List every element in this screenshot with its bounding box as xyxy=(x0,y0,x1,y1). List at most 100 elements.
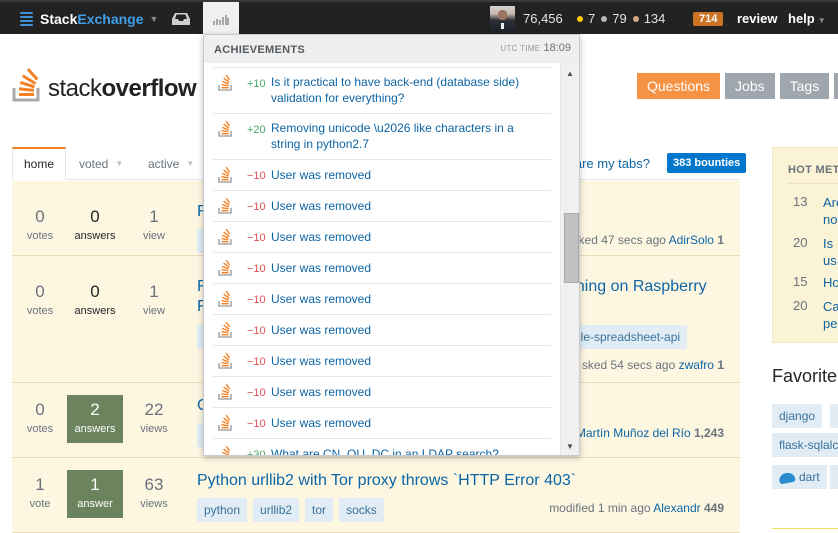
divider xyxy=(772,528,838,529)
favorite-tag[interactable] xyxy=(830,465,838,489)
scrollbar-thumb[interactable] xyxy=(564,213,579,283)
nav-jobs[interactable]: Jobs xyxy=(725,73,775,99)
inbox-icon xyxy=(172,13,190,25)
divider xyxy=(788,183,838,184)
tab-voted[interactable]: voted ▼ xyxy=(79,147,123,180)
achievement-link[interactable]: User was removed xyxy=(271,384,546,400)
hot-meta-link[interactable]: Ca pe xyxy=(823,298,838,332)
achievement-item[interactable]: −10 User was removed xyxy=(213,407,551,438)
achievement-points: −10 xyxy=(247,170,266,182)
stackoverflow-icon xyxy=(218,352,234,374)
tab-active-label: active xyxy=(148,156,180,171)
favorite-tag[interactable]: django xyxy=(772,404,823,428)
logo-text-bold: overflow xyxy=(101,75,197,102)
achievement-link[interactable]: User was removed xyxy=(271,415,546,431)
achievement-item[interactable]: +20 Removing unicode \u2026 like characte… xyxy=(213,113,551,159)
stackoverflow-icon xyxy=(218,290,234,312)
logo-text: stackoverflow xyxy=(48,75,197,102)
favorite-tag-dart[interactable]: dart xyxy=(772,465,827,489)
answer-count-accepted: 2 answers xyxy=(67,395,123,443)
badge-counts[interactable]: 7 79 134 xyxy=(571,11,665,26)
achievement-item[interactable]: −10 User was removed xyxy=(213,252,551,283)
achievement-link[interactable]: What are CN, OU, DC in an LDAP search? xyxy=(271,446,546,455)
achievement-item[interactable]: −10 User was removed xyxy=(213,221,551,252)
answer-count: 0 answers xyxy=(67,207,123,242)
review-count-badge[interactable]: 714 xyxy=(693,12,724,26)
scroll-up-icon[interactable]: ▲ xyxy=(566,69,574,78)
question-title[interactable]: Python urllib2 with Tor proxy throws `HT… xyxy=(197,472,576,490)
achievement-link[interactable]: User was removed xyxy=(271,229,546,245)
favorite-tag[interactable] xyxy=(830,404,838,428)
tag[interactable]: gle-spreadsheet-api xyxy=(567,325,688,349)
achievement-item[interactable]: −10 User was removed xyxy=(213,314,551,345)
votes-number: 1 xyxy=(35,475,45,494)
achievement-link[interactable]: User was removed xyxy=(271,291,546,307)
reputation[interactable]: 76,456 xyxy=(523,11,563,26)
stackoverflow-icon xyxy=(218,166,234,188)
hot-meta-title: HOT MET xyxy=(788,164,838,176)
achievement-link[interactable]: Removing unicode \u2026 like characters … xyxy=(271,120,546,152)
achievement-points: −10 xyxy=(247,263,266,275)
user-link[interactable]: AdirSolo xyxy=(669,233,714,247)
favorite-tag[interactable]: flask-sqlalc xyxy=(772,433,838,457)
stackoverflow-logo[interactable]: stackoverflow xyxy=(12,66,197,102)
gold-badge-icon xyxy=(577,15,583,22)
stackoverflow-icon xyxy=(218,259,234,281)
answer-count: 0 answers xyxy=(67,282,123,317)
help-menu[interactable]: help ▼ xyxy=(788,11,826,26)
nav-users[interactable] xyxy=(834,73,838,99)
user-link[interactable]: Alexandr xyxy=(653,501,700,515)
main-nav: Questions Jobs Tags xyxy=(637,73,838,99)
inbox-button[interactable] xyxy=(168,8,194,30)
achievement-item[interactable]: −10 User was removed xyxy=(213,376,551,407)
bounties-badge[interactable]: 383 bounties xyxy=(667,153,747,173)
tag[interactable]: python xyxy=(197,498,248,522)
stackexchange-menu[interactable]: Stack Exchange ▼ xyxy=(20,9,158,29)
views-number: 63 xyxy=(144,475,164,494)
help-label: help xyxy=(788,11,815,26)
views-label: views xyxy=(140,423,168,435)
hot-meta-link[interactable]: Is us xyxy=(823,235,838,269)
achievement-item[interactable]: −10 User was removed xyxy=(213,159,551,190)
nav-tags[interactable]: Tags xyxy=(779,73,830,99)
achievements-button[interactable] xyxy=(203,2,239,36)
achievement-link[interactable]: User was removed xyxy=(271,167,546,183)
achievement-item[interactable]: −10 User was removed xyxy=(213,345,551,376)
user-link[interactable]: zwafro xyxy=(679,358,714,372)
question-meta: modified 1 min ago Alexandr 449 xyxy=(549,501,724,515)
achievement-item[interactable]: +10 Is it practical to have back-end (dat… xyxy=(213,67,551,113)
tag[interactable]: tor xyxy=(305,498,334,522)
answers-number: 0 xyxy=(90,207,100,226)
tab-home[interactable]: home xyxy=(12,147,66,180)
achievement-item[interactable]: −10 User was removed xyxy=(213,283,551,314)
hot-meta-link[interactable]: Arenot xyxy=(823,194,838,228)
user-link[interactable]: Martín Muñoz del Río xyxy=(576,426,691,440)
achievement-link[interactable]: User was removed xyxy=(271,322,546,338)
tab-voted-label: voted xyxy=(79,156,109,171)
hot-meta-count: 13 xyxy=(793,194,808,209)
answers-number: 1 xyxy=(90,475,100,494)
meta-action: modified 1 min ago xyxy=(549,501,651,515)
achievement-link[interactable]: User was removed xyxy=(271,353,546,369)
nav-questions[interactable]: Questions xyxy=(637,73,721,99)
achievement-item[interactable]: +30 What are CN, OU, DC in an LDAP search… xyxy=(213,438,551,455)
brand-exchange: Exchange xyxy=(77,11,144,27)
achievement-link[interactable]: User was removed xyxy=(271,198,546,214)
achievement-item[interactable]: −10 User was removed xyxy=(213,190,551,221)
tag[interactable]: urllib2 xyxy=(253,498,300,522)
hot-meta-link[interactable]: Ho xyxy=(823,274,838,291)
achievement-link[interactable]: Is it practical to have back-end (databa… xyxy=(271,74,546,106)
tag[interactable]: socks xyxy=(339,498,384,522)
question-title-right[interactable]: nning on Raspberry xyxy=(567,278,707,296)
question-meta: sked 54 secs ago zwafro 1 xyxy=(582,358,724,372)
achievement-points: −10 xyxy=(247,294,266,306)
user-avatar[interactable] xyxy=(490,6,515,32)
scrollbar[interactable]: ▲ ▼ xyxy=(560,63,579,455)
review-link[interactable]: review xyxy=(737,11,777,26)
scroll-down-icon[interactable]: ▼ xyxy=(566,442,574,451)
question-meta: Martín Muñoz del Río 1,243 xyxy=(576,426,724,440)
achievement-link[interactable]: User was removed xyxy=(271,260,546,276)
tab-active[interactable]: active ▼ xyxy=(148,147,194,180)
answers-label: answers xyxy=(74,230,116,242)
dart-icon xyxy=(778,471,796,485)
